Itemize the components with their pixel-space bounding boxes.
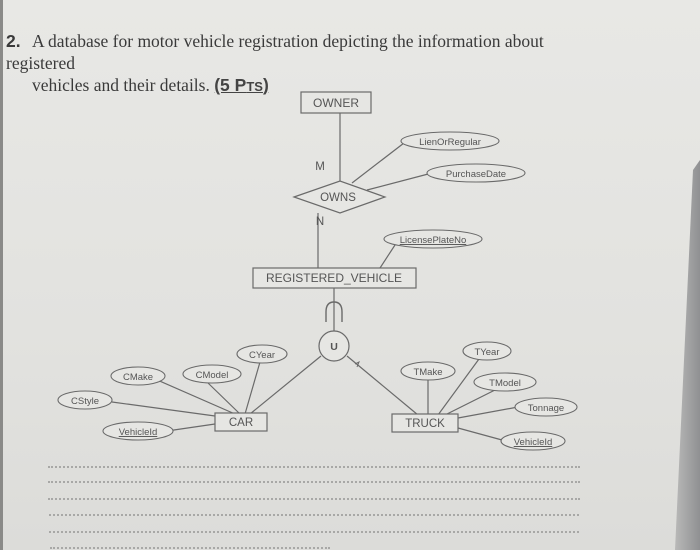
entity-truck[interactable]: TRUCK [391,413,459,433]
attribute-tonnage[interactable]: Tonnage [514,397,578,417]
attribute-car-vehicleid-label: VehicleId [119,427,158,438]
answer-line-1[interactable] [48,466,580,468]
attribute-cyear-label: CYear [249,350,275,361]
edge-owns-lienorregular [351,142,405,184]
edge-union-car [249,355,322,415]
relationship-owns-label: OWNS [320,192,356,204]
attribute-cmake[interactable]: CMake [110,366,166,386]
attribute-cmake-label: CMake [123,372,153,383]
cardinality-n: N [316,216,324,228]
answer-line-3[interactable] [48,498,580,500]
attribute-tmodel-label: TModel [489,378,521,389]
attribute-licenseplateno-label: LicensePlateNo [400,235,467,246]
attribute-tmake[interactable]: TMake [400,361,456,381]
relationship-owns[interactable]: OWNS [292,180,387,214]
attribute-tmodel[interactable]: TModel [473,372,537,392]
edge-car-vehicleid [166,423,216,432]
entity-registered-vehicle-label: REGISTERED_VEHICLE [266,271,402,285]
edge-car-cyear [244,361,261,415]
edge-truck-tonnage [457,406,519,419]
entity-owner[interactable]: OWNER [300,91,372,114]
attribute-tyear-label: TYear [475,347,500,358]
answer-line-4[interactable] [49,514,579,516]
attribute-car-vehicleid[interactable]: VehicleId [102,421,174,441]
edge-car-cmake [154,378,236,415]
entity-truck-label: TRUCK [405,418,445,430]
edge-truck-vehicleid [457,427,503,441]
attribute-truck-vehicleid-label: VehicleId [514,437,553,448]
attribute-cmodel-label: CModel [196,370,229,381]
edge-owns-purchasedate [366,172,433,191]
entity-registered-vehicle[interactable]: REGISTERED_VEHICLE [252,267,417,289]
edge-car-cstyle [111,401,216,417]
entity-car[interactable]: CAR [214,412,268,432]
specialization-union[interactable]: U [318,330,350,362]
answer-line-2[interactable] [48,481,580,483]
union-symbol: U [330,341,338,353]
attribute-cyear[interactable]: CYear [236,344,288,364]
answer-line-5[interactable] [49,531,579,533]
edge-truck-tmodel [444,388,498,416]
attribute-tonnage-label: Tonnage [528,403,564,414]
cardinality-m: M [315,161,325,173]
attribute-tyear[interactable]: TYear [462,341,512,361]
attribute-cmodel[interactable]: CModel [182,364,242,384]
attribute-cstyle-label: CStyle [71,396,99,407]
answer-line-6[interactable] [50,547,330,549]
attribute-lienorregular[interactable]: LienOrRegular [400,131,500,151]
attribute-truck-vehicleid[interactable]: VehicleId [500,431,566,451]
attribute-tmake-label: TMake [413,367,442,378]
attribute-purchasedate-label: PurchaseDate [446,169,506,180]
attribute-lienorregular-label: LienOrRegular [419,137,481,148]
attribute-purchasedate[interactable]: PurchaseDate [426,163,526,183]
edge-registered-vehicle-licenseplateno [379,244,396,269]
attribute-cstyle[interactable]: CStyle [57,390,113,410]
entity-car-label: CAR [229,417,253,429]
entity-owner-label: OWNER [313,96,359,110]
attribute-licenseplateno[interactable]: LicensePlateNo [383,229,483,249]
